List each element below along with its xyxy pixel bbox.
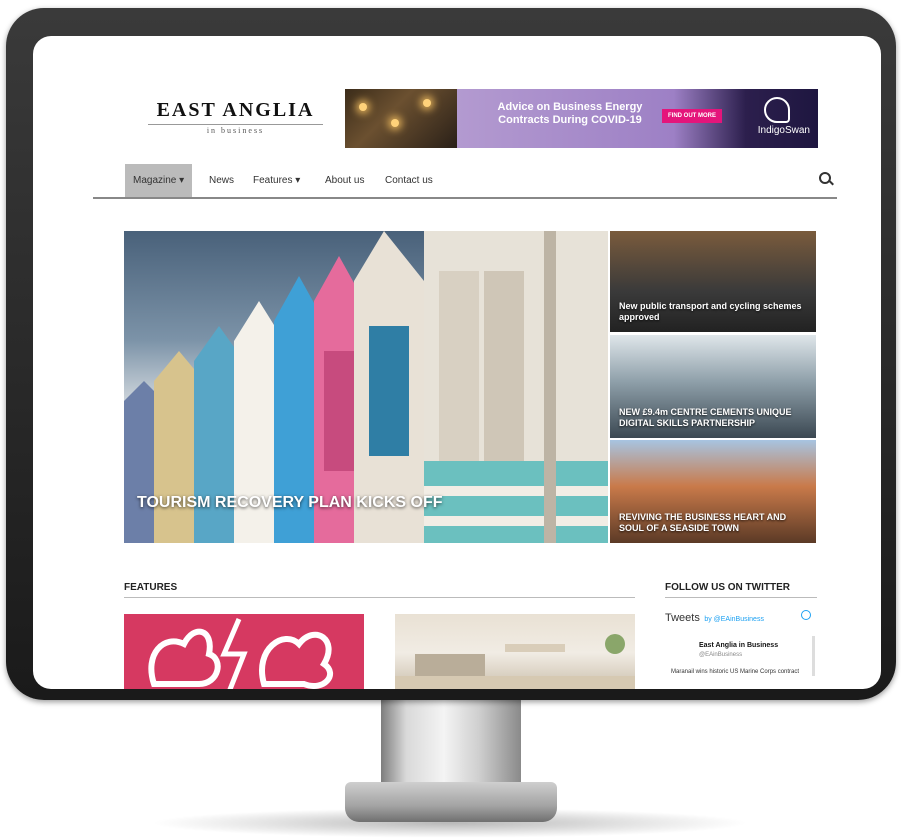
hero-title[interactable]: TOURISM RECOVERY PLAN KICKS OFF <box>137 494 443 512</box>
monitor-stand-base <box>345 782 557 822</box>
search-icon[interactable] <box>819 172 831 184</box>
nav-item-magazine[interactable]: Magazine ▾ <box>125 164 193 197</box>
browser-viewport: EAST ANGLIA in business Advice on Busine… <box>33 36 881 689</box>
feature-card-2[interactable] <box>395 614 635 689</box>
advert-brand: IndigoSwan <box>757 125 810 136</box>
twitter-by-link[interactable]: by @EAinBusiness <box>704 616 764 623</box>
light-bulb-icon <box>359 103 367 111</box>
light-bulb-icon <box>391 119 399 127</box>
desk-photo <box>395 634 635 689</box>
side-story-title[interactable]: New public transport and cycling schemes… <box>619 301 809 323</box>
twitter-widget-title: Tweets <box>665 612 700 624</box>
advert-headline: Advice on Business Energy Contracts Duri… <box>497 101 643 126</box>
twitter-divider <box>665 597 817 598</box>
side-story-title[interactable]: NEW £9.4m CENTRE CEMENTS UNIQUE DIGITAL … <box>619 407 809 429</box>
twitter-widget[interactable]: Tweets by @EAinBusiness East Anglia in B… <box>665 608 817 689</box>
tweet-account-name[interactable]: East Anglia in Business <box>699 642 778 649</box>
site-logo[interactable]: EAST ANGLIA in business <box>148 99 323 135</box>
brain-graphic <box>148 618 333 689</box>
swan-logo-icon <box>764 97 790 123</box>
nav-item-news[interactable]: News <box>209 164 234 197</box>
hero-story[interactable]: TOURISM RECOVERY PLAN KICKS OFF <box>124 231 608 543</box>
find-out-more-button[interactable]: FIND OUT MORE <box>662 109 722 123</box>
features-divider <box>124 597 635 598</box>
features-heading: FEATURES <box>124 582 178 593</box>
side-story-2[interactable]: NEW £9.4m CENTRE CEMENTS UNIQUE DIGITAL … <box>610 335 816 438</box>
main-nav: Magazine ▾ News Features ▾ About us Cont… <box>93 164 837 199</box>
logo-title: EAST ANGLIA <box>156 99 315 121</box>
logo-subtitle: in business <box>148 124 323 135</box>
side-story-1[interactable]: New public transport and cycling schemes… <box>610 231 816 332</box>
advert-photo <box>345 89 457 148</box>
twitter-scrollbar[interactable] <box>812 636 815 676</box>
info-icon[interactable] <box>801 610 811 620</box>
nav-item-features[interactable]: Features ▾ <box>253 164 300 197</box>
side-story-title[interactable]: REVIVING THE BUSINESS HEART AND SOUL OF … <box>619 512 809 534</box>
monitor-bezel: EAST ANGLIA in business Advice on Busine… <box>6 8 896 700</box>
advert-body: Advice on Business Energy Contracts Duri… <box>457 89 818 148</box>
twitter-heading: FOLLOW US ON TWITTER <box>665 582 790 593</box>
monitor-stand-neck <box>381 693 521 788</box>
nav-item-contact-us[interactable]: Contact us <box>385 164 433 197</box>
side-story-3[interactable]: REVIVING THE BUSINESS HEART AND SOUL OF … <box>610 440 816 543</box>
light-bulb-icon <box>423 99 431 107</box>
feature-card-1[interactable] <box>124 614 364 689</box>
nav-item-about-us[interactable]: About us <box>325 164 364 197</box>
tweet-text: Maranail wins historic US Marine Corps c… <box>671 669 800 675</box>
banner-advert[interactable]: Advice on Business Energy Contracts Duri… <box>345 89 818 148</box>
tweet-account-handle: @EAinBusiness <box>699 652 743 658</box>
